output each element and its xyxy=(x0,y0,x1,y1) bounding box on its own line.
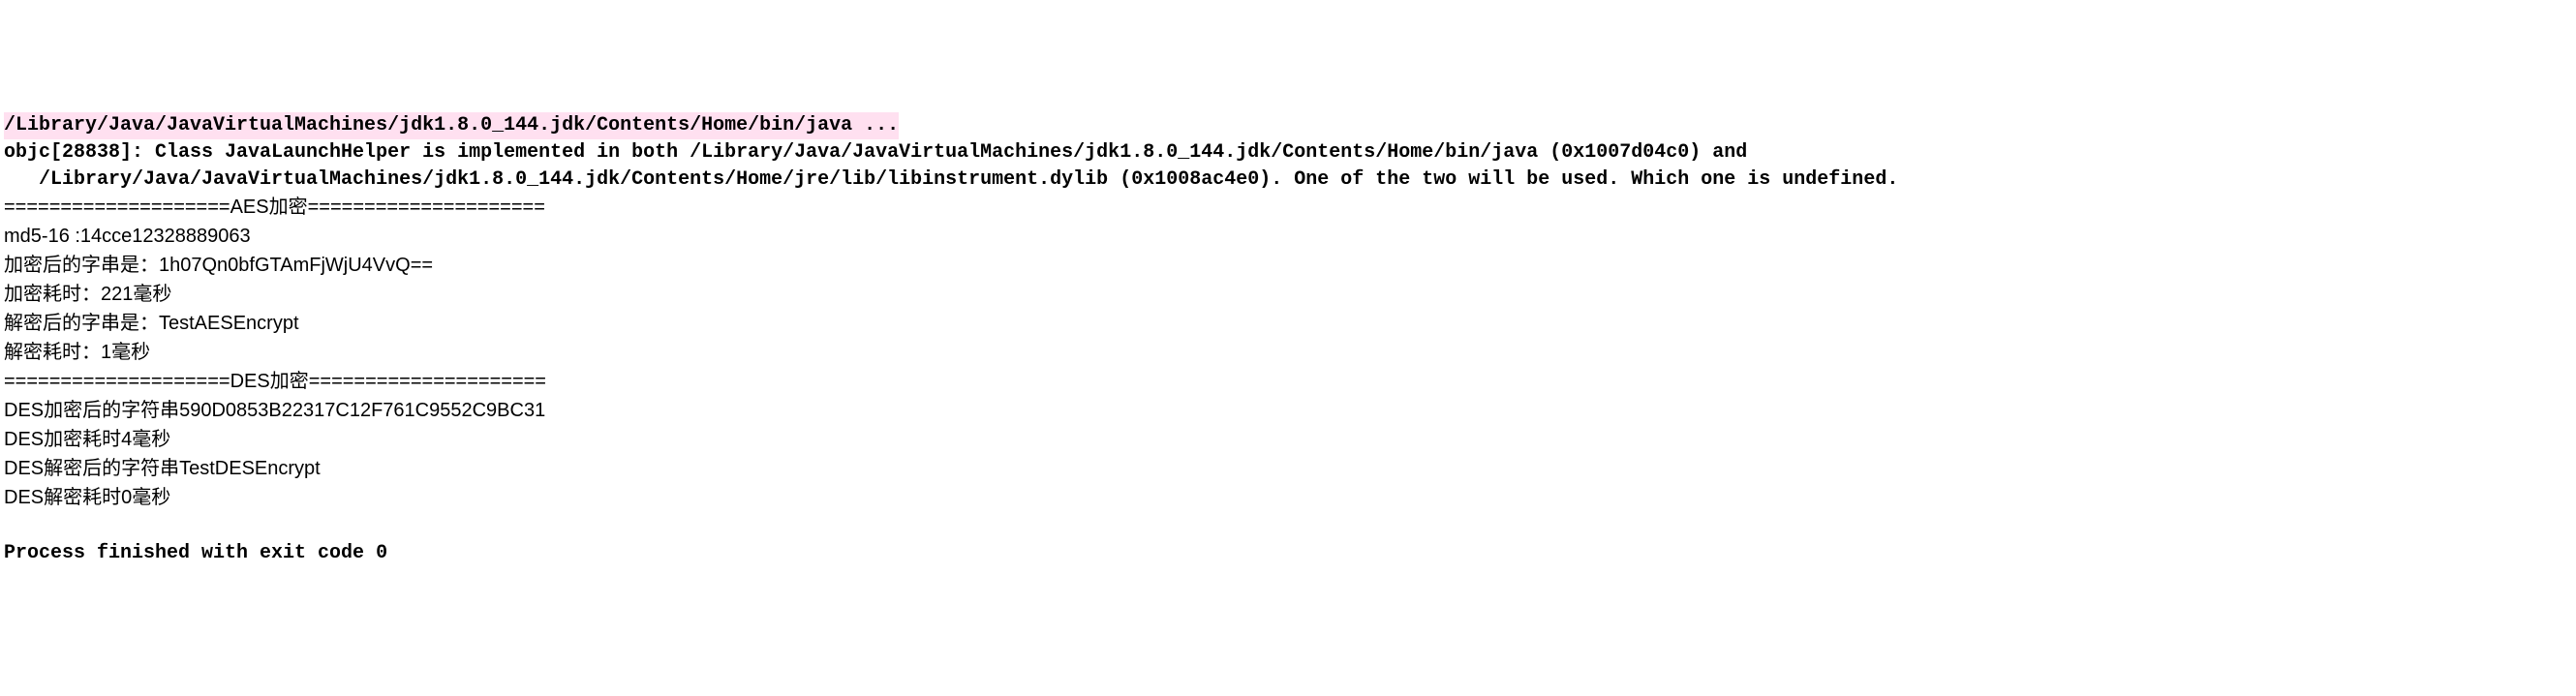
des-encrypt-time: DES加密耗时4毫秒 xyxy=(4,429,170,450)
aes-decrypt-time: 解密耗时：1毫秒 xyxy=(4,342,150,363)
console-output: /Library/Java/JavaVirtualMachines/jdk1.8… xyxy=(4,112,2572,567)
des-section-header: ====================DES加密===============… xyxy=(4,371,546,392)
aes-section-header: ====================AES加密===============… xyxy=(4,197,545,218)
objc-warning-line-2: /Library/Java/JavaVirtualMachines/jdk1.8… xyxy=(4,168,1898,191)
des-decrypted-string: DES解密后的字符串TestDESEncrypt xyxy=(4,458,321,479)
md5-output-line: md5-16 :14cce12328889063 xyxy=(4,226,251,247)
aes-encrypted-string: 加密后的字串是：1h07Qn0bfGTAmFjWjU4VvQ== xyxy=(4,255,433,276)
des-decrypt-time: DES解密耗时0毫秒 xyxy=(4,487,170,508)
objc-warning-line-1: objc[28838]: Class JavaLaunchHelper is i… xyxy=(4,141,1747,164)
process-exit-line: Process finished with exit code 0 xyxy=(4,542,387,564)
des-encrypted-string: DES加密后的字符串590D0853B22317C12F761C9552C9BC… xyxy=(4,400,545,421)
java-command-line: /Library/Java/JavaVirtualMachines/jdk1.8… xyxy=(4,112,899,139)
aes-decrypted-string: 解密后的字串是：TestAESEncrypt xyxy=(4,313,299,334)
aes-encrypt-time: 加密耗时：221毫秒 xyxy=(4,284,171,305)
